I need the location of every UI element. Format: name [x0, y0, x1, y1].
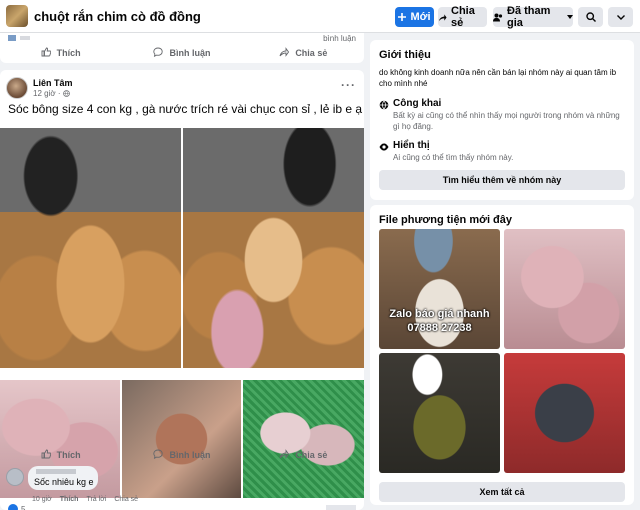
privacy-title: Công khai [393, 98, 442, 109]
globe-icon [379, 99, 389, 110]
media-grid: Zalo báo giá nhanh 07888 27238 [379, 229, 625, 473]
more-options-button[interactable] [608, 7, 633, 27]
like-button[interactable]: Thích [0, 444, 121, 466]
commenter-name-blur[interactable] [36, 469, 76, 474]
media-watermark-phone: 07888 27238 [407, 322, 472, 334]
post-options-icon[interactable]: ··· [341, 78, 356, 92]
new-post-button[interactable]: Mới [395, 7, 434, 27]
media-thumbnail[interactable] [504, 229, 625, 349]
media-thumbnail[interactable] [504, 353, 625, 473]
search-icon [585, 12, 596, 22]
joined-label: Đã tham gia [507, 5, 551, 29]
group-title[interactable]: chuột rắn chim cò đồ đồng [34, 9, 201, 24]
media-watermark-text: Zalo báo giá nhanh [389, 308, 490, 320]
comment-label: Bình luận [169, 450, 211, 460]
comment-reply-link[interactable]: Trả lời [86, 496, 106, 503]
members-icon [493, 13, 503, 22]
comment-bubble-icon [153, 449, 164, 461]
comment-bubble: Sốc nhiêu kg e [28, 466, 98, 490]
count-blur [20, 36, 30, 40]
eye-icon [379, 141, 389, 151]
group-thumbnail[interactable] [6, 5, 28, 27]
chevron-down-icon [616, 14, 625, 20]
joined-dropdown-button[interactable]: Đã tham gia [493, 5, 573, 29]
author-name[interactable]: Liên Tâm [33, 78, 73, 88]
commenter-avatar[interactable] [6, 468, 24, 486]
visibility-title: Hiển thị [393, 140, 430, 151]
comment-text: Sốc nhiêu kg e [34, 477, 94, 487]
post-timestamp[interactable]: 12 giờ · [33, 89, 70, 98]
feed-post: Liên Tâm 12 giờ · ··· Sóc bông size 4 co… [0, 70, 364, 510]
comment-button[interactable]: Bình luận [121, 444, 242, 466]
thumbs-up-icon [41, 47, 51, 59]
post-text: Sóc bông size 4 con kg , gà nước trích r… [8, 102, 363, 116]
comment-bubble-icon [153, 47, 164, 59]
share-label: Chia sẻ [451, 5, 475, 29]
about-title: Giới thiệu [379, 49, 431, 61]
reaction-blur [8, 35, 16, 41]
learn-more-button[interactable]: Tìm hiểu thêm về nhóm này [379, 170, 625, 190]
plus-icon [398, 13, 407, 21]
comment-share-link[interactable]: Chia sẻ [114, 496, 138, 503]
group-header-bar: chuột rắn chim cò đồ đồng Mới Chia sẻ Đã… [0, 0, 640, 33]
post-action-bar: Thích Bình luận Chia sẻ [0, 42, 364, 64]
author-avatar[interactable] [6, 77, 28, 99]
share-label: Chia sẻ [295, 450, 328, 460]
thumbs-up-icon [41, 449, 51, 461]
post-photo[interactable] [183, 128, 364, 368]
like-reaction-icon [8, 504, 18, 510]
search-group-button[interactable] [578, 7, 603, 27]
reaction-summary[interactable]: 5 [8, 504, 25, 510]
globe-icon [62, 89, 70, 98]
post-photo[interactable] [0, 128, 181, 368]
comment-button[interactable]: Bình luận [121, 42, 242, 64]
share-arrow-icon [279, 47, 290, 59]
post-photo[interactable] [243, 380, 364, 498]
share-arrow-icon [438, 13, 447, 22]
new-post-label: Mới [410, 11, 431, 23]
share-arrow-icon [279, 449, 290, 461]
comment-time[interactable]: 10 giờ [32, 496, 52, 503]
post-photo[interactable] [122, 380, 241, 498]
share-button[interactable]: Chia sẻ [243, 444, 364, 466]
caret-down-icon [567, 15, 573, 19]
share-button[interactable]: Chia sẻ [243, 42, 364, 64]
recent-media-title: File phương tiện mới đây [379, 214, 513, 226]
like-label: Thích [56, 450, 81, 460]
about-description: do không kinh doanh nữa nên cần bán lại … [379, 68, 617, 88]
share-group-button[interactable]: Chia sẻ [438, 5, 487, 29]
share-label: Chia sẻ [295, 48, 328, 58]
see-all-media-button[interactable]: Xem tất cả [379, 482, 625, 502]
comment-share-count-blur [326, 505, 356, 510]
like-button[interactable]: Thích [0, 42, 121, 64]
recent-media-card: File phương tiện mới đây Zalo báo giá nh… [370, 205, 634, 505]
privacy-description: Bất kỳ ai cũng có thể nhìn thấy mọi ngườ… [393, 111, 620, 131]
reaction-count: 5 [21, 504, 26, 510]
like-label: Thích [56, 48, 81, 58]
comment-like-link[interactable]: Thích [60, 496, 79, 503]
post-time-text: 12 giờ · [33, 89, 61, 98]
media-thumbnail[interactable]: Zalo báo giá nhanh 07888 27238 [379, 229, 500, 349]
previous-post: bình luận Thích Bình luận Chia sẻ [0, 33, 364, 63]
comment-label: Bình luận [169, 48, 211, 58]
about-card: Giới thiệu do không kinh doanh nữa nên c… [370, 40, 634, 200]
post-action-bar: Thích Bình luận Chia sẻ [0, 444, 364, 466]
visibility-description: Ai cũng có thể tìm thấy nhóm này. [393, 153, 514, 162]
comment-meta: 10 giờ Thích Trả lời Chia sẻ [32, 496, 138, 503]
media-thumbnail[interactable] [379, 353, 500, 473]
